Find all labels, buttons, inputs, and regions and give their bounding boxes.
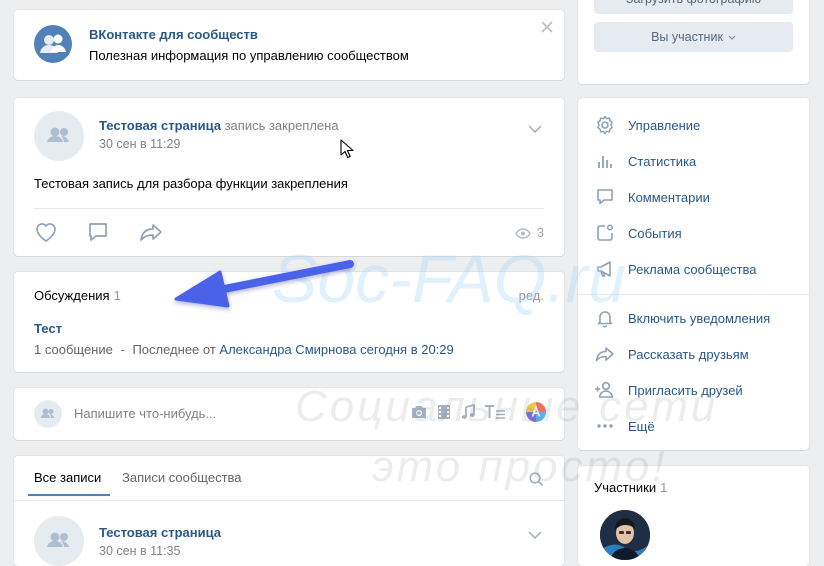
post-date[interactable]: 30 сен в 11:29 — [99, 137, 180, 151]
tab-all-posts[interactable]: Все записи — [34, 470, 101, 485]
feed-post-author[interactable]: Тестовая страница — [99, 525, 221, 540]
more-icon — [594, 416, 616, 436]
feed-post-date[interactable]: 30 сен в 11:35 — [99, 544, 180, 558]
comment-icon[interactable] — [86, 221, 110, 243]
menu-label: Комментарии — [628, 189, 710, 205]
divider — [14, 500, 564, 501]
menu-item-comments[interactable]: Комментарии — [594, 185, 710, 209]
menu-label: Рассказать друзьям — [628, 346, 749, 362]
feed-post-avatar[interactable] — [34, 516, 84, 566]
banner-description: Полезная информация по управлению сообще… — [89, 48, 409, 63]
menu-label: Ещё — [628, 418, 655, 434]
discussions-title: Обсуждения — [34, 288, 110, 303]
menu-label: Управление — [628, 117, 701, 133]
menu-item-management[interactable]: Управление — [594, 113, 700, 137]
menu-item-ads[interactable]: Реклама сообщества — [594, 257, 757, 281]
chevron-down-icon[interactable] — [528, 531, 542, 540]
member-status-label: Вы участник — [651, 30, 723, 44]
tab-community-posts[interactable]: Записи сообщества — [122, 470, 242, 485]
megaphone-icon — [594, 259, 616, 279]
members-header[interactable]: Участники 1 — [594, 480, 667, 495]
discussion-topic-link[interactable]: Тест — [34, 321, 62, 336]
meta-separator: - — [120, 342, 125, 357]
post-header: Тестовая страница запись закреплена — [99, 118, 339, 133]
divider — [578, 294, 809, 295]
camera-icon[interactable] — [410, 404, 428, 420]
stats-icon — [594, 151, 616, 171]
post-actions — [34, 221, 164, 243]
post-input[interactable]: Напишите что-нибудь... — [74, 406, 216, 421]
composer-avatar — [34, 400, 62, 428]
member-avatar[interactable] — [600, 510, 650, 560]
composer-attachments — [410, 402, 546, 422]
community-menu: Управление Статистика Комментарии Событи… — [578, 98, 809, 450]
post-author-link[interactable]: Тестовая страница — [99, 118, 221, 133]
post-text: Тестовая запись для разбора функции закр… — [34, 176, 348, 191]
community-cover-block: Загрузить фотографию Вы участник — [578, 0, 809, 84]
feed-post-header: Тестовая страница — [99, 525, 221, 540]
upload-photo-button[interactable]: Загрузить фотографию — [594, 0, 793, 14]
members-block: Участники 1 — [578, 466, 809, 566]
like-icon[interactable] — [34, 221, 58, 243]
last-from: Последнее от — [132, 342, 216, 357]
menu-label: События — [628, 225, 682, 241]
message-count[interactable]: 1 сообщение — [34, 342, 113, 357]
menu-label: Реклама сообщества — [628, 261, 757, 277]
divider — [34, 208, 544, 209]
chevron-down-icon[interactable] — [528, 125, 542, 134]
active-tab-indicator — [28, 494, 110, 496]
share-icon[interactable] — [138, 221, 164, 243]
menu-item-events[interactable]: События — [594, 221, 682, 245]
chevron-down-icon — [728, 35, 736, 40]
gear-icon — [594, 115, 616, 135]
menu-item-share[interactable]: Рассказать друзьям — [594, 342, 749, 366]
member-status-button[interactable]: Вы участник — [594, 22, 793, 52]
menu-label: Включить уведомления — [628, 310, 771, 326]
post-avatar[interactable] — [34, 111, 84, 161]
menu-item-statistics[interactable]: Статистика — [594, 149, 696, 173]
music-icon[interactable] — [460, 404, 476, 420]
search-icon[interactable] — [529, 472, 544, 487]
add-user-icon — [594, 380, 616, 400]
members-title: Участники — [594, 480, 657, 495]
post-composer: Напишите что-нибудь... — [14, 388, 564, 440]
menu-item-more[interactable]: Ещё — [594, 414, 655, 438]
views-count: 3 — [537, 226, 544, 240]
pinned-post: Тестовая страница запись закреплена 30 с… — [14, 98, 564, 256]
banner-title[interactable]: ВКонтакте для сообществ — [89, 27, 258, 42]
last-time-link[interactable]: сегодня в 20:29 — [360, 342, 454, 357]
mouse-cursor-icon — [340, 139, 354, 159]
wall-feed: Все записи Записи сообщества Тестовая ст… — [14, 456, 564, 566]
last-author-link[interactable]: Александра Смирнова — [219, 342, 356, 357]
menu-item-notifications[interactable]: Включить уведомления — [594, 306, 770, 330]
close-icon[interactable] — [540, 20, 554, 34]
menu-label: Пригласить друзей — [628, 382, 743, 398]
community-banner: ВКонтакте для сообществ Полезная информа… — [14, 10, 564, 80]
discussion-meta: 1 сообщение - Последнее от Александра См… — [34, 342, 454, 357]
vk-community-avatar[interactable] — [34, 25, 72, 63]
video-icon[interactable] — [436, 404, 452, 420]
share-icon — [594, 344, 616, 364]
menu-label: Статистика — [628, 153, 697, 169]
events-icon — [594, 223, 616, 243]
discussions-header[interactable]: Обсуждения 1 — [34, 288, 121, 303]
text-icon[interactable] — [484, 404, 506, 420]
post-views: 3 — [515, 226, 544, 240]
comment-icon — [594, 187, 616, 207]
menu-item-invite[interactable]: Пригласить друзей — [594, 378, 743, 402]
eye-icon — [515, 227, 531, 239]
edit-link[interactable]: ред. — [519, 288, 544, 303]
discussions-count: 1 — [113, 288, 121, 303]
annotation-arrow — [168, 252, 358, 314]
poster-icon[interactable] — [526, 402, 546, 422]
bell-icon — [594, 308, 616, 328]
members-count: 1 — [660, 480, 668, 495]
post-status: запись закреплена — [224, 118, 339, 133]
